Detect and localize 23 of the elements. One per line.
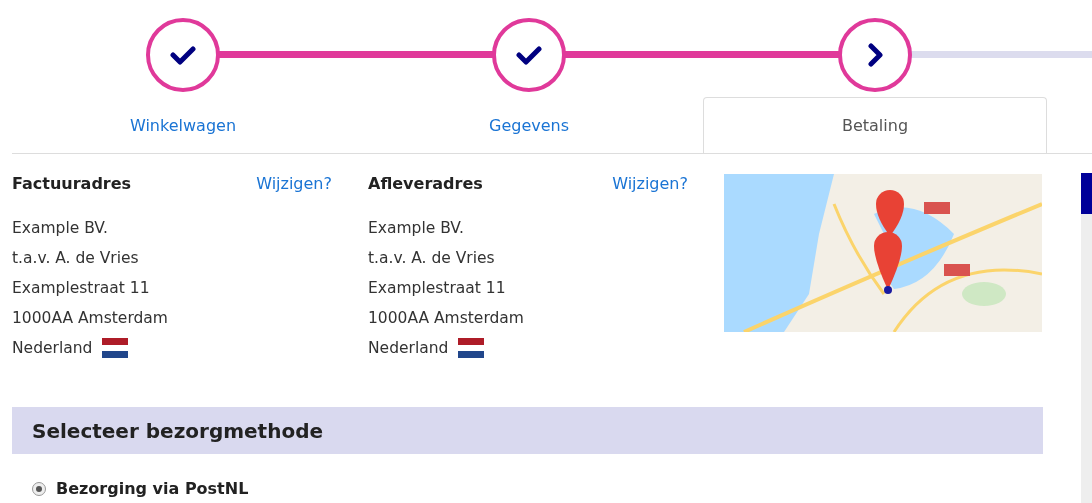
address-title: Afleveradres (368, 174, 483, 193)
delivery-option[interactable]: Bezorging via PostNL (32, 479, 249, 498)
address-title: Factuuradres (12, 174, 132, 193)
address-line: 1000AA Amsterdam (12, 308, 168, 329)
address-line: Nederland (12, 338, 93, 359)
radio-button[interactable] (32, 481, 46, 496)
address-line: Nederland (368, 338, 449, 359)
step-tab[interactable]: Betaling (703, 97, 1047, 153)
address-line: 1000AA Amsterdam (368, 308, 524, 329)
chevron-right-icon (867, 43, 883, 67)
dutch-flag-icon (458, 338, 485, 358)
address-line: Examplestraat 11 (12, 278, 150, 299)
edit-link[interactable]: Wijzigen? (612, 174, 688, 193)
address-line: Example BV. (12, 218, 108, 239)
address-line: Example BV. (368, 218, 464, 239)
checkmark-icon (170, 45, 196, 65)
checkmark-icon (516, 45, 542, 65)
address-line: t.a.v. A. de Vries (368, 248, 495, 269)
address-line: t.a.v. A. de Vries (12, 248, 139, 269)
edit-link[interactable]: Wijzigen? (256, 174, 332, 193)
section-title: Selecteer bezorgmethode (32, 418, 324, 443)
address-line: Examplestraat 11 (368, 278, 506, 299)
dutch-flag-icon (102, 338, 129, 358)
